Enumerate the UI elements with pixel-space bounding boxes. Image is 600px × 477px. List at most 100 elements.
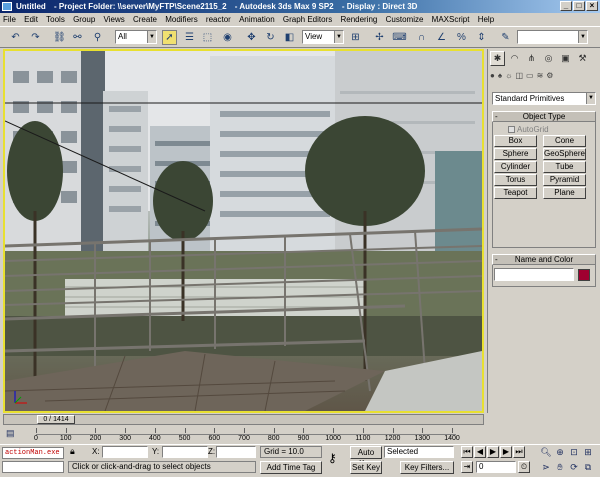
selection-filter-dropdown[interactable]: All ▼: [115, 30, 157, 44]
current-frame-input[interactable]: 0: [476, 461, 516, 473]
key-mode-dropdown[interactable]: Selected: [384, 446, 454, 458]
time-slider[interactable]: 0 / 1414: [3, 414, 484, 425]
z-coord-input[interactable]: [216, 446, 256, 458]
helpers-icon[interactable]: ▭: [526, 71, 534, 83]
autogrid-option[interactable]: AutoGrid: [508, 125, 549, 134]
undo-icon[interactable]: ↶: [8, 30, 23, 45]
bind-space-warp-icon[interactable]: ⚲: [90, 30, 105, 45]
field-of-view-icon[interactable]: ⋗: [540, 461, 552, 473]
track-bar[interactable]: ▤ 0 100 200 300 400 500 600 700 800 900 1000 1100 12…: [0, 426, 484, 444]
percent-snap-icon[interactable]: %: [454, 30, 469, 45]
pyramid-button[interactable]: Pyramid: [543, 174, 586, 186]
play-icon[interactable]: ▶: [487, 446, 499, 458]
tube-button[interactable]: Tube: [543, 161, 586, 173]
pivot-center-icon[interactable]: ⊞: [348, 30, 363, 45]
cameras-icon[interactable]: ◫: [515, 71, 523, 83]
key-filters-button[interactable]: Key Filters...: [400, 461, 454, 474]
lock-selection-icon[interactable]: 🔒︎: [70, 446, 82, 458]
unlink-icon[interactable]: ⚯: [70, 30, 85, 45]
auto-key-button[interactable]: Auto Key: [350, 446, 382, 468]
key-mode-toggle-icon[interactable]: ⇥: [461, 461, 473, 473]
maxscript-listener-output[interactable]: [2, 461, 64, 473]
object-color-swatch[interactable]: [578, 269, 590, 281]
orbit-icon[interactable]: ⟳: [568, 461, 580, 473]
sphere-button[interactable]: Sphere: [494, 148, 537, 160]
object-type-rollout[interactable]: - Object Type: [492, 111, 596, 122]
menu-graph-editors[interactable]: Graph Editors: [280, 13, 335, 26]
menu-modifiers[interactable]: Modifiers: [162, 13, 200, 26]
autogrid-checkbox[interactable]: [508, 126, 515, 133]
close-button[interactable]: ×: [586, 1, 598, 11]
utilities-tab-icon[interactable]: ⚒: [575, 51, 590, 66]
app-icon[interactable]: [2, 2, 12, 11]
menu-maxscript[interactable]: MAXScript: [429, 13, 473, 26]
select-link-icon[interactable]: ⛓: [52, 30, 67, 45]
pan-icon[interactable]: ✋︎: [554, 461, 566, 473]
minimize-button[interactable]: _: [560, 1, 572, 11]
menu-customize[interactable]: Customize: [383, 13, 427, 26]
window-crossing-icon[interactable]: ◉: [220, 30, 235, 45]
maximize-viewport-icon[interactable]: ⧉: [582, 461, 594, 473]
go-to-end-icon[interactable]: ⏭: [513, 446, 525, 458]
edit-named-sel-icon[interactable]: ✎: [498, 30, 513, 45]
ref-coord-dropdown[interactable]: View ▼: [302, 30, 344, 44]
time-slider-thumb[interactable]: 0 / 1414: [37, 415, 75, 424]
menu-tools[interactable]: Tools: [43, 13, 68, 26]
primitive-category-dropdown[interactable]: Standard Primitives ▼: [492, 92, 596, 105]
menu-animation[interactable]: Animation: [236, 13, 278, 26]
zoom-icon[interactable]: 🔍︎: [540, 446, 552, 458]
geosphere-button[interactable]: GeoSphere: [543, 148, 586, 160]
plane-button[interactable]: Plane: [543, 187, 586, 199]
menu-create[interactable]: Create: [130, 13, 160, 26]
lights-icon[interactable]: ☼: [505, 71, 512, 83]
geometry-icon[interactable]: ●: [490, 71, 495, 83]
spinner-snap-icon[interactable]: ⇕: [474, 30, 489, 45]
menu-edit[interactable]: Edit: [21, 13, 41, 26]
select-object-icon[interactable]: ➚: [162, 30, 177, 45]
object-name-input[interactable]: [494, 268, 574, 281]
scale-icon[interactable]: ◧: [282, 30, 297, 45]
create-tab-icon[interactable]: ✱: [490, 51, 505, 66]
teapot-button[interactable]: Teapot: [494, 187, 537, 199]
maximize-button[interactable]: □: [573, 1, 585, 11]
torus-button[interactable]: Torus: [494, 174, 537, 186]
time-config-icon[interactable]: ⏲: [518, 461, 530, 473]
curve-editor-icon[interactable]: ▤: [6, 428, 22, 440]
hierarchy-tab-icon[interactable]: ⋔: [524, 51, 539, 66]
zoom-extents-icon[interactable]: ⊡: [568, 446, 580, 458]
menu-group[interactable]: Group: [70, 13, 98, 26]
rotate-icon[interactable]: ↻: [263, 30, 278, 45]
redo-icon[interactable]: ↷: [28, 30, 43, 45]
snaps-toggle-icon[interactable]: ∩: [414, 30, 429, 45]
cylinder-button[interactable]: Cylinder: [494, 161, 537, 173]
y-coord-input[interactable]: [162, 446, 208, 458]
systems-icon[interactable]: ⚙: [546, 71, 553, 83]
go-to-start-icon[interactable]: ⏮: [461, 446, 473, 458]
zoom-extents-all-icon[interactable]: ⊞: [582, 446, 594, 458]
rect-selection-icon[interactable]: ⬚: [200, 30, 215, 45]
named-selection-input[interactable]: ▼: [517, 30, 588, 44]
select-by-name-icon[interactable]: ☰: [182, 30, 197, 45]
menu-views[interactable]: Views: [101, 13, 128, 26]
move-icon[interactable]: ✥: [244, 30, 259, 45]
perspective-viewport[interactable]: [3, 49, 484, 413]
set-key-icon[interactable]: ⚷: [328, 451, 346, 465]
display-tab-icon[interactable]: ▣: [558, 51, 573, 66]
box-button[interactable]: Box: [494, 135, 537, 147]
cone-button[interactable]: Cone: [543, 135, 586, 147]
name-color-rollout[interactable]: - Name and Color: [492, 254, 596, 265]
add-time-tag-button[interactable]: Add Time Tag: [260, 461, 322, 474]
menu-file[interactable]: File: [0, 13, 19, 26]
zoom-all-icon[interactable]: ⊕: [554, 446, 566, 458]
set-key-button[interactable]: Set Key: [350, 461, 382, 474]
angle-snap-icon[interactable]: ∠: [434, 30, 449, 45]
select-manipulate-icon[interactable]: ✢: [372, 30, 387, 45]
space-warps-icon[interactable]: ≋: [537, 71, 544, 83]
menu-rendering[interactable]: Rendering: [337, 13, 380, 26]
menu-help[interactable]: Help: [475, 13, 497, 26]
shapes-icon[interactable]: ♠: [498, 71, 502, 83]
keyboard-shortcut-icon[interactable]: ⌨: [392, 30, 407, 45]
previous-frame-icon[interactable]: ◀: [474, 446, 486, 458]
next-frame-icon[interactable]: ▶: [500, 446, 512, 458]
maxscript-listener[interactable]: actionMan.exe: [2, 447, 64, 459]
